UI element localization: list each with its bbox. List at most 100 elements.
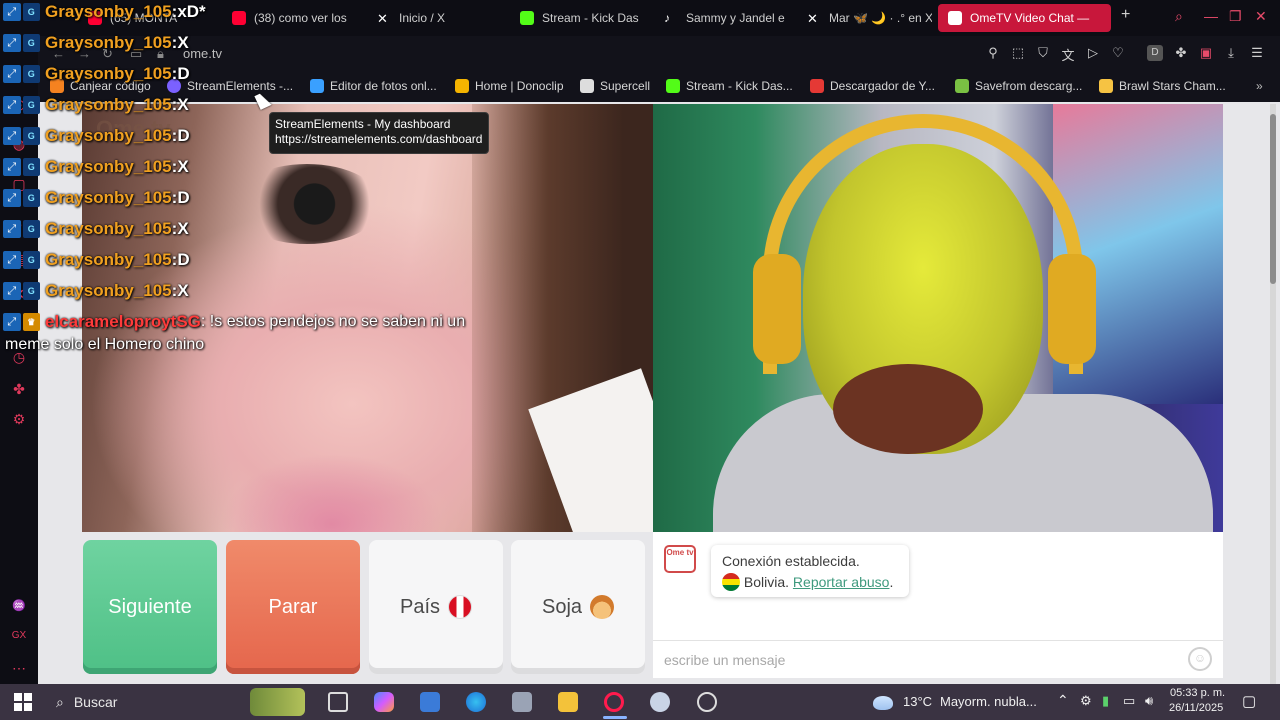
bookmark-supercell[interactable]: Supercell <box>580 79 650 93</box>
extensions-icon[interactable]: ✤ <box>1173 45 1189 61</box>
obs-icon[interactable] <box>697 692 717 712</box>
emoji-icon[interactable]: ☺ <box>1188 647 1212 671</box>
network-icon[interactable]: ▭ <box>1123 693 1135 709</box>
sidebar-extensions-icon[interactable]: ✤ <box>10 381 28 399</box>
menu-icon[interactable]: ☰ <box>1249 45 1265 61</box>
bookmark-brawl-stars[interactable]: Brawl Stars Cham... <box>1099 79 1226 93</box>
bookmark-favicon <box>666 79 680 93</box>
clock-time[interactable]: 05:33 p. m. <box>1170 687 1225 699</box>
app-icon[interactable] <box>512 692 532 712</box>
tab-4[interactable]: Stream - Kick Das <box>510 4 645 32</box>
chat-username: Graysonby_105 <box>45 250 172 269</box>
bookmark-donoclip[interactable]: Home | Donoclip <box>455 79 564 93</box>
heart-icon[interactable]: ♡ <box>1110 45 1126 61</box>
tab-label: (38) como ver los <box>254 11 347 25</box>
badge-icon: ⤢ <box>3 127 21 145</box>
play-icon[interactable]: ▷ <box>1085 45 1101 61</box>
windows-start-icon[interactable] <box>14 693 32 711</box>
message-input[interactable]: escribe un mensaje <box>653 640 1223 676</box>
badge-icon: G <box>22 189 40 207</box>
app-icon[interactable] <box>650 692 670 712</box>
weather-text[interactable]: Mayorm. nubla... <box>940 694 1037 709</box>
report-abuse-link[interactable]: Reportar abuso <box>793 574 890 590</box>
volume-icon[interactable]: 🔊︎ <box>1145 693 1153 709</box>
restore-icon[interactable]: ❐ <box>1229 8 1242 25</box>
chat-badges: ⤢ G <box>0 33 40 53</box>
task-view-icon[interactable] <box>328 692 348 712</box>
file-explorer-icon[interactable] <box>558 692 578 712</box>
chat-overlay-line: ⤢ G Graysonby_105 : D <box>0 60 190 88</box>
bookmark-editor-fotos[interactable]: Editor de fotos onl... <box>310 79 437 93</box>
stop-button[interactable]: Parar <box>226 540 360 674</box>
bookmark-savefrom[interactable]: Savefrom descarg... <box>955 79 1082 93</box>
badge-icon: G <box>22 220 40 238</box>
new-tab-button[interactable]: + <box>1121 6 1130 24</box>
tray-app-icon[interactable]: ⚙ <box>1080 693 1092 709</box>
bookmark-label: Supercell <box>600 79 651 93</box>
sidebar-gx-icon[interactable]: GX <box>10 630 28 648</box>
bookmark-favicon <box>955 79 969 93</box>
battery-icon[interactable]: ▮ <box>1102 693 1109 709</box>
tab-2[interactable]: (38) como ver los <box>222 4 357 32</box>
tab-label: Stream - Kick Das <box>542 11 639 25</box>
badge-icon: ⤢ <box>3 3 21 21</box>
edge-icon[interactable] <box>466 692 486 712</box>
bookmark-descargador[interactable]: Descargador de Y... <box>810 79 935 93</box>
close-icon[interactable]: ✕ <box>1255 8 1267 25</box>
search-label: Buscar <box>73 694 118 710</box>
bookmark-favicon <box>1099 79 1113 93</box>
tiktok-icon: ♪ <box>664 11 670 25</box>
chat-message: X <box>177 281 189 300</box>
bookmark-favicon <box>310 79 324 93</box>
chat-username: Graysonby_105 <box>45 281 172 300</box>
bookmark-kick[interactable]: Stream - Kick Das... <box>666 79 793 93</box>
badge-icon: G <box>22 3 40 21</box>
address-bar: ← → ↻ ▭ 🔒︎ ome.tv ⚲ ⬚ ⛉ 文 ▷ ♡ D ✤ ▣ ⤓ ☰ <box>0 36 1280 72</box>
chat-overlay-line: ⤢ G Graysonby_105 : X <box>0 29 189 57</box>
chat-badges: ⤢ G <box>0 126 40 146</box>
chat-username: Graysonby_105 <box>45 126 172 145</box>
system-message: Conexión establecida. Bolivia. Reportar … <box>711 545 909 597</box>
minimize-icon[interactable]: — <box>1204 8 1218 24</box>
badge-icon: G <box>22 34 40 52</box>
chat-badges: ⤢ G <box>0 281 40 301</box>
chat-overlay-line: ⤢ G Graysonby_105 : D <box>0 246 190 274</box>
shield-icon[interactable]: ⛉ <box>1035 45 1051 61</box>
gender-button[interactable]: Soja <box>511 540 645 674</box>
translate-icon[interactable]: 文 <box>1060 45 1076 63</box>
sidebar-more-icon[interactable]: ⋯ <box>10 660 28 678</box>
bookmark-label: StreamElements -... <box>187 79 294 93</box>
bookmark-tooltip: StreamElements - My dashboard https://st… <box>269 112 489 154</box>
chat-badges: ⤢ G <box>0 95 40 115</box>
screenshot-icon[interactable]: ⬚ <box>1010 45 1026 61</box>
scrollbar-thumb[interactable] <box>1270 114 1276 284</box>
opera-gx-icon[interactable] <box>604 692 624 712</box>
download-icon[interactable]: ⤓ <box>1223 45 1239 61</box>
tab-6[interactable]: ✕ Mar 🦋 🌙 · .° en X <box>797 4 932 32</box>
bookmark-label: Descargador de Y... <box>830 79 935 93</box>
chat-message: D <box>177 188 190 207</box>
notifications-icon[interactable]: ▢ <box>1242 692 1256 710</box>
badge-icon: ⤢ <box>3 313 21 331</box>
tab-active-ometv[interactable]: OmeTV Video Chat — <box>938 4 1111 32</box>
store-icon[interactable] <box>420 692 440 712</box>
tray-chevron-icon[interactable]: ⌃ <box>1057 692 1069 709</box>
chat-username: Graysonby_105 <box>45 157 172 176</box>
pin-icon[interactable]: ⚲ <box>985 45 1001 61</box>
copilot-icon[interactable] <box>374 692 394 712</box>
tab-3[interactable]: ✕ Inicio / X <box>367 4 502 32</box>
sidebar-settings-icon[interactable]: ⚙ <box>10 411 28 429</box>
weather-temp[interactable]: 13°C <box>903 694 932 709</box>
badge-icon: ⤢ <box>3 282 21 300</box>
country-button[interactable]: País <box>369 540 503 674</box>
gender-button-label: Soja <box>541 595 583 618</box>
search-tabs-icon[interactable]: ⌕ <box>1175 8 1183 25</box>
sidebar-soundcloud-icon[interactable]: ♒ <box>10 599 28 617</box>
profile-icon[interactable]: D <box>1147 45 1163 61</box>
tab-5[interactable]: ♪ Sammy y Jandel e <box>654 4 789 32</box>
wallet-icon[interactable]: ▣ <box>1198 45 1214 61</box>
page-scrollbar[interactable] <box>1270 104 1276 684</box>
more-bookmarks-icon[interactable]: » <box>1256 79 1263 93</box>
clock-date[interactable]: 26/11/2025 <box>1169 702 1223 714</box>
next-button[interactable]: Siguiente <box>83 540 217 674</box>
